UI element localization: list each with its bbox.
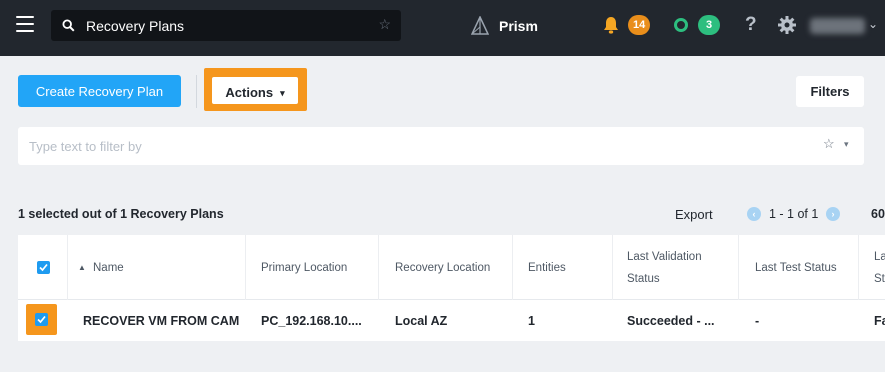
column-header-last-column[interactable]: La [874, 246, 885, 268]
star-icon[interactable]: ☆ [823, 136, 835, 152]
cell-last-column: Fa [874, 314, 885, 328]
filter-text-input[interactable] [18, 127, 798, 165]
cell-name[interactable]: RECOVER VM FROM CAM [83, 314, 239, 328]
column-header-last-validation-status-line2[interactable]: Status [627, 268, 660, 290]
column-separator [245, 235, 246, 300]
chevron-down-icon[interactable]: ⌄ [868, 17, 878, 31]
column-separator [612, 235, 613, 300]
hamburger-menu-icon[interactable] [16, 16, 34, 32]
filter-bar: ☆ ▾ [18, 127, 864, 165]
cell-last-test-status: - [755, 314, 760, 328]
column-separator [378, 235, 379, 300]
chevron-down-icon: ▾ [280, 87, 285, 98]
column-separator [858, 235, 859, 300]
star-icon[interactable]: ☆ [378, 16, 391, 33]
checkbox-checked-icon [37, 315, 46, 324]
sort-asc-icon[interactable]: ▲ [78, 257, 86, 279]
cell-primary-location: PC_192.168.10.... [261, 314, 362, 328]
help-icon[interactable]: ? [745, 14, 757, 36]
page-range: 1 - 1 of 1 [769, 207, 819, 221]
recovery-plans-table: ▲ Name Primary Location Recovery Locatio… [18, 235, 885, 341]
table-header: ▲ Name Primary Location Recovery Locatio… [18, 235, 885, 300]
create-recovery-plan-button[interactable]: Create Recovery Plan [18, 75, 181, 107]
column-header-name[interactable]: Name [93, 257, 124, 279]
chevron-down-icon[interactable]: ▾ [844, 139, 849, 150]
alerts-count-badge[interactable]: 14 [628, 15, 651, 35]
select-all-checkbox[interactable] [37, 261, 50, 274]
column-separator [738, 235, 739, 300]
global-search-input[interactable]: Recovery Plans ☆ [51, 10, 401, 41]
user-menu-name[interactable] [810, 18, 865, 34]
chevron-right-icon[interactable]: › [826, 207, 840, 221]
search-query-text: Recovery Plans [86, 18, 185, 34]
column-header-entities[interactable]: Entities [528, 257, 566, 279]
per-page-selector[interactable]: 60 [871, 207, 885, 221]
top-navigation-bar: Recovery Plans ☆ Prism 14 3 ? ⌄ [0, 0, 885, 56]
cell-recovery-location: Local AZ [395, 314, 448, 328]
actions-dropdown-button[interactable]: Actions ▾ [212, 77, 298, 104]
cell-entities: 1 [528, 314, 535, 328]
search-icon [62, 19, 75, 32]
cell-last-validation-status: Succeeded - ... [627, 314, 715, 328]
filters-button[interactable]: Filters [796, 76, 864, 107]
export-link[interactable]: Export [675, 207, 713, 222]
bell-icon[interactable] [603, 16, 619, 34]
table-row[interactable]: RECOVER VM FROM CAM PC_192.168.10.... Lo… [18, 300, 885, 341]
column-separator [67, 235, 68, 300]
column-header-recovery-location[interactable]: Recovery Location [395, 257, 490, 279]
row-select-checkbox[interactable] [35, 313, 48, 326]
app-name[interactable]: Prism [499, 18, 538, 34]
column-header-last-test-status[interactable]: Last Test Status [755, 257, 837, 279]
column-header-primary-location[interactable]: Primary Location [261, 257, 347, 279]
column-header-last-validation-status[interactable]: Last Validation [627, 246, 702, 268]
chevron-left-icon[interactable]: ‹ [747, 207, 761, 221]
tasks-ring-icon[interactable] [674, 18, 688, 32]
prism-logo-icon [471, 16, 489, 35]
column-header-last-column-line2[interactable]: St [874, 268, 885, 290]
selection-summary: 1 selected out of 1 Recovery Plans [18, 207, 224, 221]
actions-label: Actions [225, 84, 274, 100]
gear-icon[interactable] [777, 15, 797, 35]
checkbox-checked-icon [39, 263, 48, 272]
column-separator [512, 235, 513, 300]
toolbar-divider [196, 75, 197, 108]
tasks-count-badge[interactable]: 3 [698, 15, 720, 35]
